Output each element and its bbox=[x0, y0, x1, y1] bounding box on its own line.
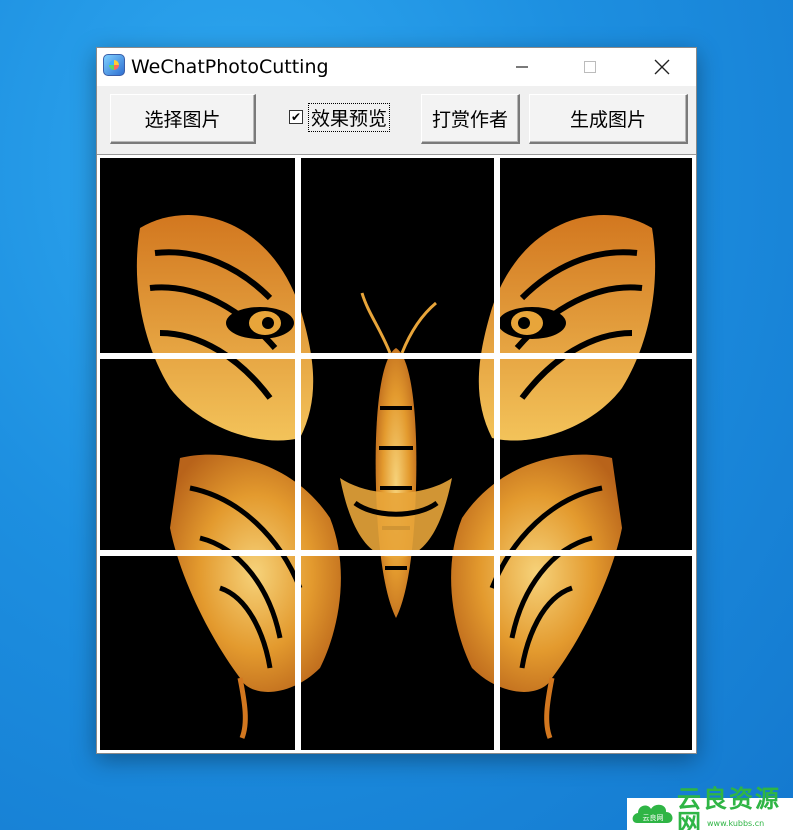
title-bar[interactable]: WeChatPhotoCutting bbox=[97, 48, 696, 86]
cloud-logo-icon: 云良网 bbox=[629, 799, 677, 829]
checkbox-checked-icon[interactable]: ✔ bbox=[289, 110, 303, 124]
select-image-button[interactable]: 选择图片 bbox=[110, 94, 256, 144]
grid-line-vertical-2 bbox=[494, 158, 500, 750]
maximize-icon bbox=[584, 61, 596, 73]
minimize-button[interactable] bbox=[499, 48, 545, 86]
grid-line-horizontal-1 bbox=[100, 353, 692, 359]
preview-canvas bbox=[97, 154, 696, 753]
watermark-url: www.kubbs.cn bbox=[707, 819, 765, 828]
grid-line-vertical-1 bbox=[295, 158, 301, 750]
close-button[interactable] bbox=[639, 48, 685, 86]
window-title: WeChatPhotoCutting bbox=[131, 56, 329, 78]
generate-image-button[interactable]: 生成图片 bbox=[529, 94, 688, 144]
grid-line-horizontal-2 bbox=[100, 550, 692, 556]
toolbar: 选择图片 ✔ 效果预览 打赏作者 生成图片 bbox=[97, 86, 696, 154]
close-icon bbox=[654, 59, 670, 75]
app-window: WeChatPhotoCutting 选择图片 ✔ 效果预览 打赏作者 生成图片 bbox=[96, 47, 697, 754]
donate-author-button[interactable]: 打赏作者 bbox=[421, 94, 520, 144]
maximize-button bbox=[567, 48, 613, 86]
svg-text:云良网: 云良网 bbox=[643, 813, 664, 822]
preview-effect-label[interactable]: 效果预览 bbox=[308, 102, 391, 132]
minimize-icon bbox=[516, 66, 528, 68]
preview-effect-checkbox[interactable]: ✔ 效果预览 bbox=[289, 102, 391, 132]
app-icon bbox=[103, 54, 125, 76]
butterfly-tiger-image bbox=[100, 158, 692, 750]
preview-image bbox=[100, 158, 692, 750]
